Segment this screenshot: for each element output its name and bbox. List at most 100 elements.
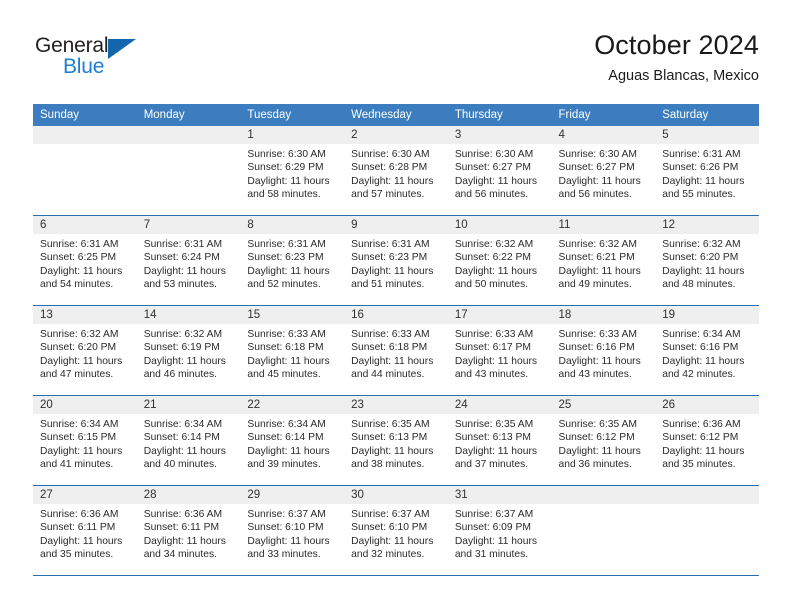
calendar-day-cell[interactable]: 9 Sunrise: 6:31 AM Sunset: 6:23 PM Daylight…: [344, 215, 448, 306]
day-number: 27: [33, 486, 137, 504]
day-cell-inner: 17 Sunrise: 6:33 AM Sunset: 6:17 PM Dayligh…: [447, 306, 552, 395]
sunset-text: Sunset: 6:17 PM: [454, 342, 531, 354]
calendar-day-cell[interactable]: 29 Sunrise: 6:37 AM Sunset: 6:10 PM Dayligh…: [240, 485, 345, 576]
day-number: 21: [136, 396, 241, 414]
sunset-text: Sunset: 6:25 PM: [40, 252, 117, 264]
sunset-text: Sunset: 6:26 PM: [662, 162, 739, 174]
calendar-day-cell[interactable]: 12 Sunrise: 6:32 AM Sunset: 6:20 PM Dayligh…: [655, 215, 759, 306]
calendar-day-cell[interactable]: 2 Sunrise: 6:30 AM Sunset: 6:28 PM Daylight…: [344, 126, 448, 216]
calendar-day-cell[interactable]: 7 Sunrise: 6:31 AM Sunset: 6:24 PM Daylight…: [136, 215, 241, 306]
calendar-day-cell[interactable]: 5 Sunrise: 6:31 AM Sunset: 6:26 PM Daylight…: [655, 126, 759, 216]
calendar-day-cell[interactable]: 11 Sunrise: 6:32 AM Sunset: 6:21 PM Dayligh…: [551, 215, 656, 306]
daylight-text-line1: Daylight: 11 hours: [454, 535, 538, 547]
day-cell-inner: 16 Sunrise: 6:33 AM Sunset: 6:18 PM Dayligh…: [344, 306, 448, 395]
calendar-day-cell[interactable]: 3 Sunrise: 6:30 AM Sunset: 6:27 PM Daylight…: [447, 126, 552, 216]
day-cell-details: Sunrise: 6:34 AM Sunset: 6:14 PM Daylight:…: [240, 414, 344, 472]
day-number: 1: [240, 126, 345, 144]
calendar-page: General Blue October 2024 Aguas Blancas,…: [0, 0, 792, 612]
daylight-text-line2: and 58 minutes.: [247, 189, 321, 201]
general-blue-logo[interactable]: General Blue: [35, 34, 145, 86]
calendar-day-cell[interactable]: 1 Sunrise: 6:30 AM Sunset: 6:29 PM Daylight…: [240, 126, 345, 216]
daylight-text-line2: and 40 minutes.: [143, 459, 217, 471]
calendar-day-cell[interactable]: 8 Sunrise: 6:31 AM Sunset: 6:23 PM Daylight…: [240, 215, 345, 306]
calendar-day-cell[interactable]: 21 Sunrise: 6:34 AM Sunset: 6:14 PM Dayligh…: [136, 395, 241, 486]
daylight-text-line1: Daylight: 11 hours: [351, 445, 434, 457]
calendar-cell-empty: [136, 126, 241, 216]
calendar-cell-empty: [655, 485, 759, 576]
daylight-text-line2: and 42 minutes.: [662, 369, 736, 381]
calendar-day-cell[interactable]: 19 Sunrise: 6:34 AM Sunset: 6:16 PM Dayligh…: [655, 305, 759, 396]
daylight-text-line1: Daylight: 11 hours: [454, 355, 538, 367]
calendar-day-cell[interactable]: 28 Sunrise: 6:36 AM Sunset: 6:11 PM Dayligh…: [136, 485, 241, 576]
calendar-week-row: 27 Sunrise: 6:36 AM Sunset: 6:11 PM Dayligh…: [33, 485, 759, 576]
daylight-text-line2: and 57 minutes.: [351, 189, 425, 201]
day-number: 10: [447, 216, 552, 234]
sunrise-text: Sunrise: 6:35 AM: [454, 419, 534, 430]
calendar-day-cell[interactable]: 24 Sunrise: 6:35 AM Sunset: 6:13 PM Dayligh…: [447, 395, 552, 486]
sunset-text: Sunset: 6:28 PM: [351, 162, 428, 174]
logo-text-blue: Blue: [63, 55, 105, 78]
day-cell-inner: [551, 486, 656, 575]
day-cell-inner: 29 Sunrise: 6:37 AM Sunset: 6:10 PM Dayligh…: [240, 486, 345, 575]
daylight-text-line2: and 55 minutes.: [662, 189, 736, 201]
day-cell-inner: 6 Sunrise: 6:31 AM Sunset: 6:25 PM Daylight…: [33, 216, 137, 305]
daylight-text-line2: and 50 minutes.: [454, 279, 529, 291]
daylight-text-line2: and 38 minutes.: [351, 459, 425, 471]
calendar-day-cell[interactable]: 17 Sunrise: 6:33 AM Sunset: 6:17 PM Dayligh…: [447, 305, 552, 396]
calendar-day-cell[interactable]: 13 Sunrise: 6:32 AM Sunset: 6:20 PM Dayligh…: [33, 305, 137, 396]
calendar-day-cell[interactable]: 4 Sunrise: 6:30 AM Sunset: 6:27 PM Daylight…: [551, 126, 656, 216]
day-cell-details: Sunrise: 6:35 AM Sunset: 6:13 PM Daylight:…: [344, 414, 448, 472]
location-subtitle: Aguas Blancas, Mexico: [608, 68, 759, 84]
daylight-text-line1: Daylight: 11 hours: [247, 265, 330, 277]
sunset-text: Sunset: 6:10 PM: [247, 522, 324, 534]
sunrise-text: Sunrise: 6:36 AM: [40, 509, 119, 520]
calendar-day-cell[interactable]: 27 Sunrise: 6:36 AM Sunset: 6:11 PM Dayligh…: [33, 485, 137, 576]
daylight-text-line2: and 37 minutes.: [454, 459, 529, 471]
day-cell-details: Sunrise: 6:32 AM Sunset: 6:19 PM Daylight:…: [137, 324, 241, 382]
sunrise-text: Sunrise: 6:31 AM: [662, 149, 741, 160]
sunset-text: Sunset: 6:15 PM: [40, 432, 117, 444]
day-cell-details: Sunrise: 6:30 AM Sunset: 6:27 PM Daylight:…: [448, 144, 552, 202]
daylight-text-line2: and 36 minutes.: [558, 459, 632, 471]
daylight-text-line1: Daylight: 11 hours: [662, 355, 745, 367]
calendar-day-cell[interactable]: 31 Sunrise: 6:37 AM Sunset: 6:09 PM Dayligh…: [447, 485, 552, 576]
day-number: 9: [344, 216, 448, 234]
day-number: 17: [447, 306, 552, 324]
calendar-day-cell[interactable]: 30 Sunrise: 6:37 AM Sunset: 6:10 PM Dayligh…: [344, 485, 448, 576]
sunrise-text: Sunrise: 6:36 AM: [662, 419, 741, 430]
day-cell-inner: [655, 486, 759, 575]
calendar-day-cell[interactable]: 25 Sunrise: 6:35 AM Sunset: 6:12 PM Dayligh…: [551, 395, 656, 486]
sunrise-text: Sunrise: 6:34 AM: [143, 419, 223, 430]
sunset-text: Sunset: 6:14 PM: [143, 432, 220, 444]
day-cell-details: Sunrise: 6:33 AM Sunset: 6:18 PM Daylight:…: [344, 324, 448, 382]
sunset-text: Sunset: 6:16 PM: [662, 342, 739, 354]
weekday-header-monday: Monday: [136, 104, 241, 126]
day-number: 19: [655, 306, 759, 324]
calendar-day-cell[interactable]: 15 Sunrise: 6:33 AM Sunset: 6:18 PM Dayligh…: [240, 305, 345, 396]
calendar-day-cell[interactable]: 26 Sunrise: 6:36 AM Sunset: 6:12 PM Dayligh…: [655, 395, 759, 486]
day-number: 24: [447, 396, 552, 414]
day-number: 3: [447, 126, 552, 144]
calendar-day-cell[interactable]: 6 Sunrise: 6:31 AM Sunset: 6:25 PM Daylight…: [33, 215, 137, 306]
day-number-empty: [551, 486, 656, 504]
calendar-day-cell[interactable]: 14 Sunrise: 6:32 AM Sunset: 6:19 PM Dayligh…: [136, 305, 241, 396]
sunset-text: Sunset: 6:19 PM: [143, 342, 220, 354]
day-number-empty: [33, 126, 137, 144]
day-number: 13: [33, 306, 137, 324]
calendar-day-cell[interactable]: 22 Sunrise: 6:34 AM Sunset: 6:14 PM Dayligh…: [240, 395, 345, 486]
calendar-day-cell[interactable]: 23 Sunrise: 6:35 AM Sunset: 6:13 PM Dayligh…: [344, 395, 448, 486]
day-cell-inner: 3 Sunrise: 6:30 AM Sunset: 6:27 PM Daylight…: [447, 126, 552, 215]
calendar-day-cell[interactable]: 16 Sunrise: 6:33 AM Sunset: 6:18 PM Dayligh…: [344, 305, 448, 396]
daylight-text-line2: and 39 minutes.: [247, 459, 321, 471]
day-number: 18: [551, 306, 656, 324]
calendar-day-cell[interactable]: 18 Sunrise: 6:33 AM Sunset: 6:16 PM Dayligh…: [551, 305, 656, 396]
day-cell-inner: 28 Sunrise: 6:36 AM Sunset: 6:11 PM Dayligh…: [136, 486, 241, 575]
calendar-day-cell[interactable]: 10 Sunrise: 6:32 AM Sunset: 6:22 PM Dayligh…: [447, 215, 552, 306]
calendar-cell-empty: [33, 126, 137, 216]
sunset-text: Sunset: 6:12 PM: [662, 432, 739, 444]
calendar-day-cell[interactable]: 20 Sunrise: 6:34 AM Sunset: 6:15 PM Dayligh…: [33, 395, 137, 486]
day-cell-inner: 20 Sunrise: 6:34 AM Sunset: 6:15 PM Dayligh…: [33, 396, 137, 485]
weekday-header-sunday: Sunday: [33, 104, 137, 126]
day-cell-inner: 30 Sunrise: 6:37 AM Sunset: 6:10 PM Dayligh…: [344, 486, 448, 575]
day-cell-inner: [33, 126, 137, 215]
